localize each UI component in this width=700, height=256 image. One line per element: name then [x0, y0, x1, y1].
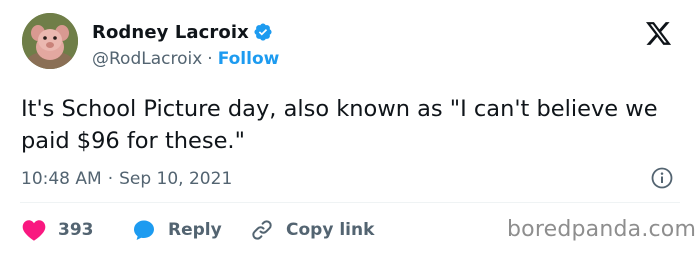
like-count: 393: [58, 220, 94, 240]
follow-button[interactable]: Follow: [218, 49, 280, 69]
copy-link-label: Copy link: [286, 220, 375, 240]
x-logo-icon[interactable]: [646, 22, 672, 46]
name-row: Rodney Lacroix: [92, 19, 279, 45]
info-icon[interactable]: [651, 167, 673, 189]
tweet-date[interactable]: Sep 10, 2021: [119, 169, 232, 189]
watermark: boredpanda.com: [507, 217, 697, 242]
reply-button[interactable]: Reply: [132, 218, 250, 242]
divider: [20, 202, 680, 203]
tweet-text: It's School Picture day, also known as "…: [21, 96, 658, 154]
reply-label: Reply: [168, 220, 222, 240]
like-button[interactable]: 393: [22, 219, 132, 241]
user-handle[interactable]: @RodLacroix: [92, 49, 202, 69]
avatar[interactable]: [22, 13, 78, 69]
handle-row: @RodLacroix · Follow: [92, 46, 279, 72]
verified-badge-icon: [253, 22, 273, 42]
tweet-card: Rodney Lacroix @RodLacroix · Follow It's…: [0, 0, 700, 256]
author-block: Rodney Lacroix @RodLacroix · Follow: [92, 19, 279, 72]
copy-link-button[interactable]: Copy link: [250, 218, 374, 242]
tweet-time[interactable]: 10:48 AM: [21, 169, 102, 189]
link-icon: [252, 220, 272, 240]
avatar-image: [22, 13, 78, 69]
heart-icon: [22, 220, 46, 241]
timestamp[interactable]: 10:48 AM · Sep 10, 2021: [21, 166, 232, 192]
handle-separator: ·: [207, 49, 213, 69]
timestamp-separator: ·: [107, 169, 114, 189]
display-name[interactable]: Rodney Lacroix: [92, 22, 249, 43]
reply-bubble-icon: [134, 220, 154, 240]
action-bar: 393 Reply Copy link: [22, 216, 374, 244]
